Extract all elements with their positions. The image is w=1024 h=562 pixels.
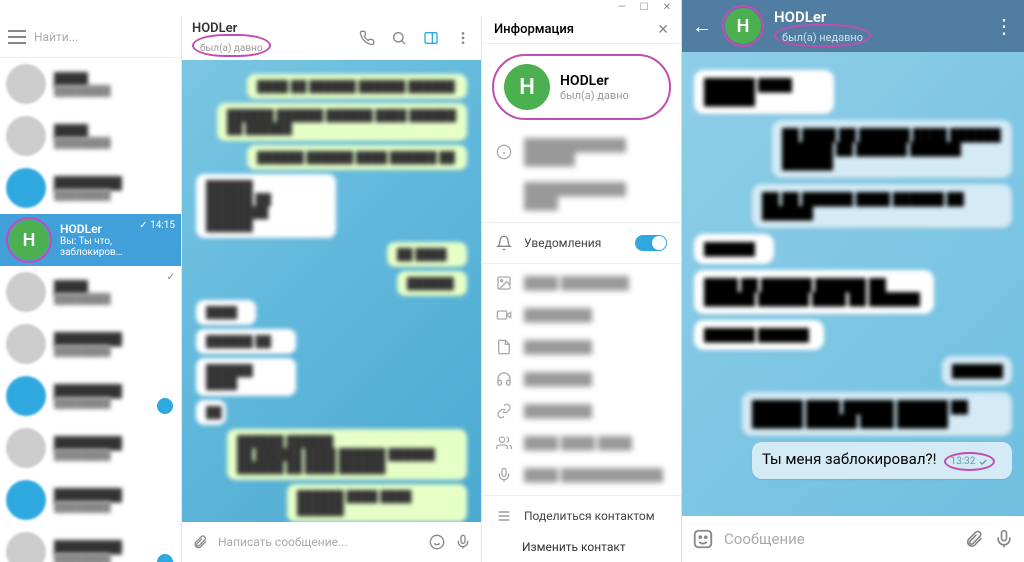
media-videos[interactable]: ████████	[482, 299, 681, 331]
share-contact[interactable]: Поделиться контактом	[482, 500, 681, 532]
avatar: H	[9, 220, 49, 260]
avatar: H	[725, 8, 761, 44]
info-panel: Информация ✕ H HODLer был(а) давно █████…	[481, 16, 681, 562]
chat-preview: Вы: Ты что, заблокиров…	[60, 236, 175, 258]
sticker-icon[interactable]	[692, 528, 714, 550]
chat-time: ✓ 14:15	[139, 220, 175, 231]
annotation-circle: H	[6, 217, 52, 263]
notifications-label: Уведомления	[524, 236, 623, 250]
message-text: Ты меня заблокировал?!	[762, 450, 936, 468]
share-icon	[496, 508, 512, 524]
info-row-username[interactable]: ████████████████	[482, 174, 681, 218]
avatar: H	[504, 64, 550, 110]
message-time: 13:32	[950, 456, 975, 467]
attach-icon[interactable]	[964, 529, 984, 549]
annotation-circle: 13:32	[944, 452, 995, 471]
call-icon[interactable]	[359, 30, 375, 46]
mobile-messages[interactable]: ██████ ████ ██████ ██ ████ ██ ██████ ███…	[682, 52, 1024, 516]
emoji-icon[interactable]	[429, 534, 445, 550]
bell-icon	[496, 235, 512, 251]
media-audio[interactable]: ████████	[482, 363, 681, 395]
info-title: Информация	[494, 22, 657, 37]
mobile-compose: Сообщение	[682, 516, 1024, 562]
profile-name: HODLer	[560, 73, 629, 89]
more-icon[interactable]	[455, 30, 471, 46]
messages-area[interactable]: ████ ██ ██████ ██████ ██████ ██████ ████…	[182, 60, 481, 522]
edit-contact[interactable]: Изменить контакт	[482, 532, 681, 562]
video-icon	[496, 307, 512, 323]
close-icon[interactable]: ✕	[657, 22, 669, 38]
more-icon[interactable]: ⋮	[994, 14, 1014, 38]
chat-row[interactable]: ████████████✓	[0, 266, 181, 318]
chat-pane: HODLer был(а) давно ████ ██ ██████ █████…	[182, 16, 481, 562]
mobile-header[interactable]: ← H HODLer был(а) недавно ⋮	[682, 0, 1024, 52]
chat-row[interactable]: ████████████████	[0, 162, 181, 214]
window-close[interactable]: ✕	[663, 2, 671, 16]
toggle-switch[interactable]	[635, 235, 667, 251]
microphone-icon	[496, 467, 512, 483]
link-icon	[496, 403, 512, 419]
file-icon	[496, 339, 512, 355]
chat-row[interactable]: ████████████████	[0, 474, 181, 526]
media-voice[interactable]: ████ ████████████	[482, 459, 681, 491]
microphone-icon[interactable]	[994, 529, 1014, 549]
attach-icon[interactable]	[192, 534, 208, 550]
chat-row[interactable]: ████████████████	[0, 526, 181, 562]
check-icon	[977, 457, 989, 467]
mobile-compose-input[interactable]: Сообщение	[724, 530, 954, 548]
compose-input[interactable]: Написать сообщение...	[218, 535, 419, 549]
telegram-mobile: ← H HODLer был(а) недавно ⋮ ██████ ████ …	[682, 0, 1024, 562]
media-groups[interactable]: ████ ████ ████	[482, 427, 681, 459]
window-controls: — ☐ ✕	[0, 0, 681, 16]
message-bubble[interactable]: Ты меня заблокировал?! 13:32	[752, 442, 1012, 479]
chat-row[interactable]: ████████████████	[0, 318, 181, 370]
image-icon	[496, 275, 512, 291]
media-photos[interactable]: ████ ████████	[482, 267, 681, 299]
compose-row: Написать сообщение...	[182, 522, 481, 562]
group-icon	[496, 435, 512, 451]
headphones-icon	[496, 371, 512, 387]
search-input[interactable]: Найти...	[34, 30, 173, 44]
media-links[interactable]: ████████	[482, 395, 681, 427]
window-maximize[interactable]: ☐	[640, 2, 649, 16]
annotation-circle: был(а) недавно	[774, 24, 871, 47]
chat-status: был(а) давно	[200, 43, 263, 54]
notifications-toggle-row[interactable]: Уведомления	[482, 227, 681, 259]
info-icon	[496, 144, 512, 160]
info-row-phone[interactable]: ██████████████████	[482, 130, 681, 174]
window-minimize[interactable]: —	[618, 2, 626, 16]
chat-header[interactable]: HODLer был(а) давно	[182, 16, 481, 60]
annotation-circle: H HODLer был(а) давно	[492, 54, 671, 120]
chat-row[interactable]: ████████████	[0, 58, 181, 110]
sidepanel-icon[interactable]	[423, 30, 439, 46]
mobile-chat-title: HODLer	[774, 8, 984, 26]
annotation-circle: H	[722, 5, 764, 47]
chat-row[interactable]: ████████████████	[0, 422, 181, 474]
profile-status: был(а) давно	[560, 89, 629, 102]
telegram-desktop: — ☐ ✕ Найти... ████████████ ████████████…	[0, 0, 682, 562]
chat-row[interactable]: ████████████	[0, 110, 181, 162]
search-icon[interactable]	[391, 30, 407, 46]
microphone-icon[interactable]	[455, 534, 471, 550]
chat-row[interactable]: ████████████████	[0, 370, 181, 422]
back-icon[interactable]: ←	[692, 14, 712, 39]
mobile-chat-status: был(а) недавно	[782, 31, 863, 44]
menu-icon[interactable]	[8, 30, 26, 44]
annotation-circle: был(а) давно	[192, 34, 271, 57]
chat-list-sidebar: Найти... ████████████ ████████████ █████…	[0, 16, 182, 562]
media-files[interactable]: ████████	[482, 331, 681, 363]
chat-row-selected[interactable]: H HODLer Вы: Ты что, заблокиров… ✓ 14:15	[0, 214, 181, 266]
